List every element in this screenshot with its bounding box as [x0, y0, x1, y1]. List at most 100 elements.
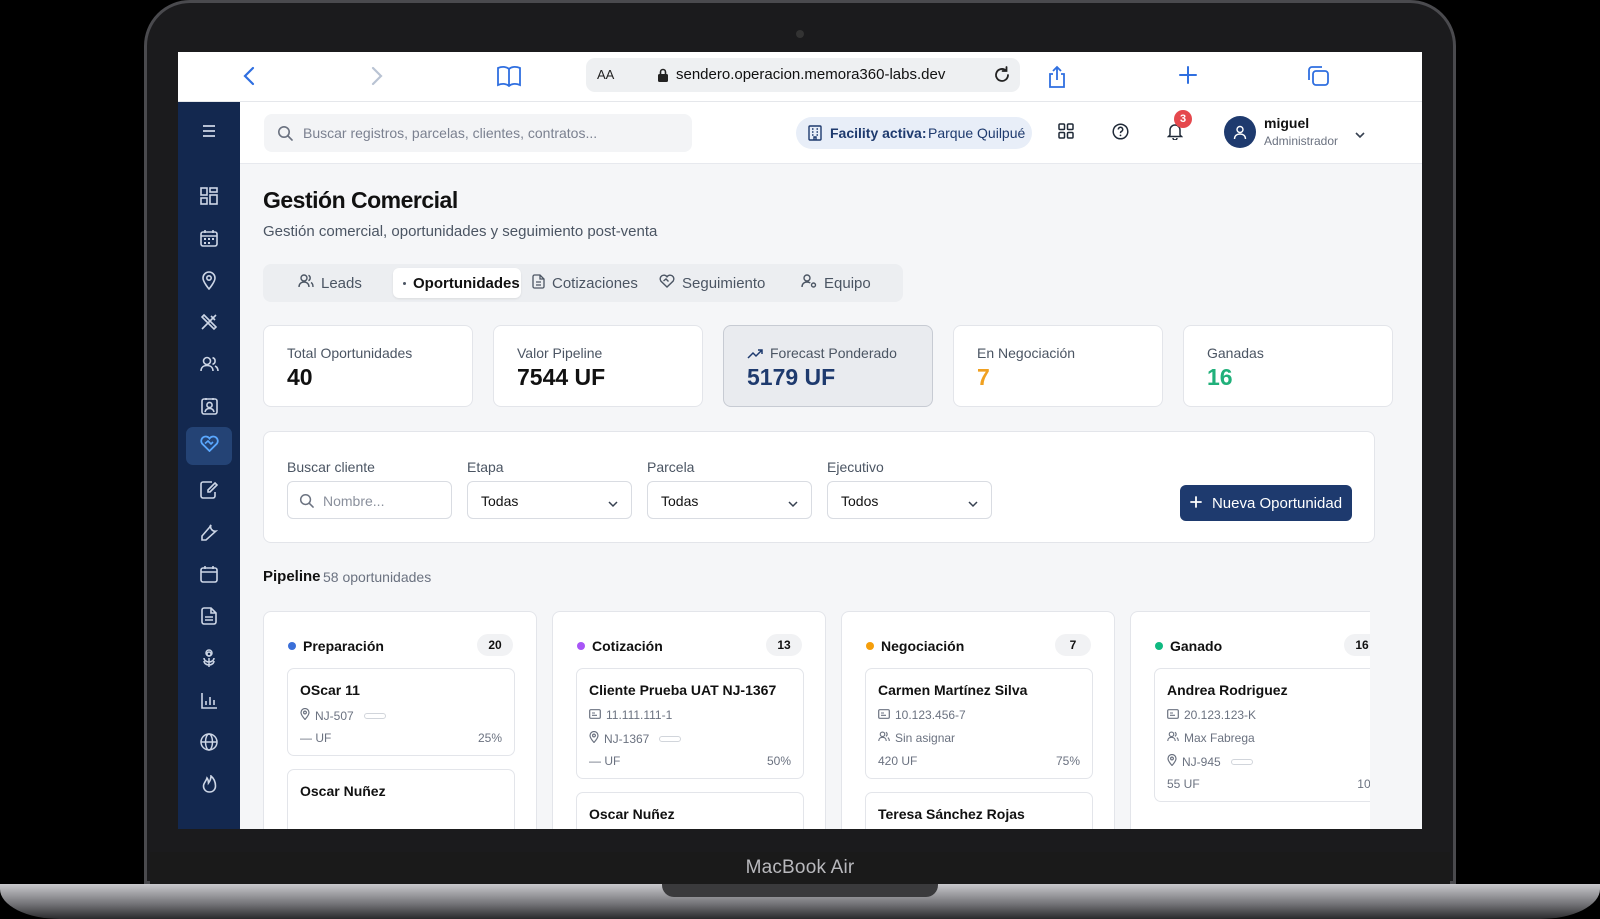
calendar-icon[interactable]: [194, 223, 224, 253]
assignee-name: Sin asignar: [895, 731, 956, 745]
sidebar-item-comercial[interactable]: [186, 427, 232, 465]
card-assignee: Max Fabrega: [1167, 731, 1255, 745]
global-search-input[interactable]: Buscar registros, parcelas, clientes, co…: [264, 114, 692, 152]
exec-select-value: Todos: [841, 493, 879, 509]
card-client-name: Oscar Nuñez: [300, 783, 386, 799]
card-plot: NJ-945: [1167, 753, 1253, 769]
schedule-icon[interactable]: [194, 559, 224, 589]
bar-chart-icon[interactable]: [194, 685, 224, 715]
kpi-card-ganadas: Ganadas 16: [1183, 325, 1393, 407]
column-title: Cotización: [592, 638, 663, 654]
avatar[interactable]: [1224, 116, 1256, 148]
stage-select-value: Todas: [481, 493, 519, 509]
user-role: Administrador: [1264, 134, 1339, 148]
user-name[interactable]: miguel: [1264, 115, 1309, 131]
plot-tag: [1230, 758, 1253, 765]
column-count: 20: [477, 634, 513, 656]
filters-panel: Buscar cliente Nombre... Etapa Todas Par…: [263, 431, 1375, 543]
file-text-icon[interactable]: [194, 601, 224, 631]
apps-grid-icon[interactable]: [1058, 123, 1074, 144]
tools-icon[interactable]: [194, 307, 224, 337]
tab-leads[interactable]: Leads: [298, 268, 368, 298]
bookmarks-icon[interactable]: [496, 65, 522, 87]
tabs-overview-icon[interactable]: [1306, 65, 1330, 87]
card-rut: 10.123.456-7: [878, 708, 966, 722]
column-title: Negociación: [881, 638, 965, 654]
people-icon[interactable]: [194, 349, 224, 379]
tab-equipo[interactable]: Equipo: [801, 268, 876, 298]
trending-up-icon: [747, 346, 763, 364]
assignee-name: Max Fabrega: [1184, 731, 1255, 745]
plot-filter-label: Parcela: [647, 459, 695, 475]
forward-icon[interactable]: [370, 65, 384, 87]
tab-cotizaciones[interactable]: Cotizaciones: [532, 268, 642, 298]
kpi-card-forecast[interactable]: Forecast Ponderado 5179 UF: [723, 325, 933, 407]
plot-code: NJ-945: [1182, 754, 1221, 769]
stage-select[interactable]: Todas: [467, 481, 632, 519]
wrench-icon[interactable]: [194, 517, 224, 547]
opportunity-card[interactable]: Andrea Rodriguez 20.123.123-K Max Fabreg…: [1154, 668, 1370, 802]
tab-seguimiento[interactable]: Seguimiento: [659, 268, 769, 298]
opportunity-card[interactable]: Oscar Nuñez: [287, 769, 515, 829]
opportunity-card[interactable]: Cliente Prueba UAT NJ-1367 11.111.111-1 …: [576, 668, 804, 779]
new-opportunity-button[interactable]: Nueva Oportunidad: [1180, 485, 1352, 521]
column-count: 13: [766, 634, 802, 656]
plot-code: NJ-1367: [604, 731, 650, 746]
edit-document-icon[interactable]: [194, 475, 224, 505]
stage-dot: [577, 642, 585, 650]
menu-icon[interactable]: [194, 116, 224, 146]
pipeline-column-cotizacion: Cotización 13 Cliente Prueba UAT NJ-1367…: [552, 611, 826, 829]
client-search-input[interactable]: Nombre...: [287, 481, 452, 519]
dot-icon: [403, 281, 406, 285]
card-amount: 55 UF: [1167, 777, 1200, 791]
kpi-value: 16: [1207, 364, 1233, 390]
notification-badge: 3: [1174, 110, 1192, 128]
kpi-value: 5179 UF: [747, 364, 836, 390]
share-icon[interactable]: [1046, 65, 1068, 89]
facility-label: Facility activa:: [830, 125, 927, 141]
pipeline-title: Pipeline: [263, 568, 321, 585]
users-icon: [878, 731, 890, 745]
stage-dot: [866, 642, 874, 650]
new-tab-icon[interactable]: [1178, 65, 1198, 85]
reader-aa[interactable]: AA: [597, 67, 614, 82]
pipeline-column-ganado: Ganado 16 Andrea Rodriguez 20.123.123-K …: [1130, 611, 1370, 829]
users-icon: [298, 274, 314, 292]
card-rut: 20.123.123-K: [1167, 708, 1256, 722]
back-icon[interactable]: [242, 65, 256, 87]
address-bar[interactable]: AA sendero.operacion.memora360-labs.dev: [586, 58, 1020, 92]
opportunity-card[interactable]: Carmen Martínez Silva 10.123.456-7 Sin a…: [865, 668, 1093, 779]
card-probability: 25%: [477, 731, 502, 745]
browser-toolbar: AA sendero.operacion.memora360-labs.dev: [178, 52, 1422, 102]
kpi-card-pipeline: Valor Pipeline 7544 UF: [493, 325, 703, 407]
url-text: sendero.operacion.memora360-labs.dev: [676, 66, 946, 83]
plot-select[interactable]: Todas: [647, 481, 812, 519]
map-pin-icon: [589, 730, 599, 746]
pipeline-column-preparacion: Preparación 20 OScar 11 NJ-507 — UF 25% …: [263, 611, 537, 829]
map-pin-icon[interactable]: [194, 265, 224, 295]
opportunity-card[interactable]: OScar 11 NJ-507 — UF 25%: [287, 668, 515, 756]
opportunity-card[interactable]: Oscar Nuñez: [576, 792, 804, 829]
kpi-value: 40: [287, 364, 313, 390]
tab-label: Cotizaciones: [552, 274, 638, 292]
dashboard-icon[interactable]: [194, 181, 224, 211]
exec-select[interactable]: Todos: [827, 481, 992, 519]
card-probability: 50%: [766, 754, 791, 768]
facility-selector[interactable]: Facility activa: Parque Quilpué: [796, 117, 1032, 149]
flower-icon[interactable]: [194, 643, 224, 673]
chevron-down-icon[interactable]: [1354, 126, 1366, 144]
kpi-label: Valor Pipeline: [517, 345, 603, 361]
globe-icon[interactable]: [194, 727, 224, 757]
contacts-icon[interactable]: [194, 391, 224, 421]
heart-handshake-icon: [659, 274, 675, 292]
tab-oportunidades[interactable]: Oportunidades: [393, 268, 521, 298]
help-icon[interactable]: [1112, 123, 1129, 145]
reload-icon[interactable]: [992, 65, 1012, 90]
search-placeholder: Buscar registros, parcelas, clientes, co…: [303, 125, 598, 141]
kpi-label: En Negociación: [977, 345, 1076, 361]
tab-label: Seguimiento: [682, 274, 766, 292]
opportunity-card[interactable]: Teresa Sánchez Rojas: [865, 792, 1093, 829]
stage-dot: [1155, 642, 1163, 650]
flame-icon[interactable]: [194, 769, 224, 799]
tab-label: Leads: [321, 274, 362, 292]
